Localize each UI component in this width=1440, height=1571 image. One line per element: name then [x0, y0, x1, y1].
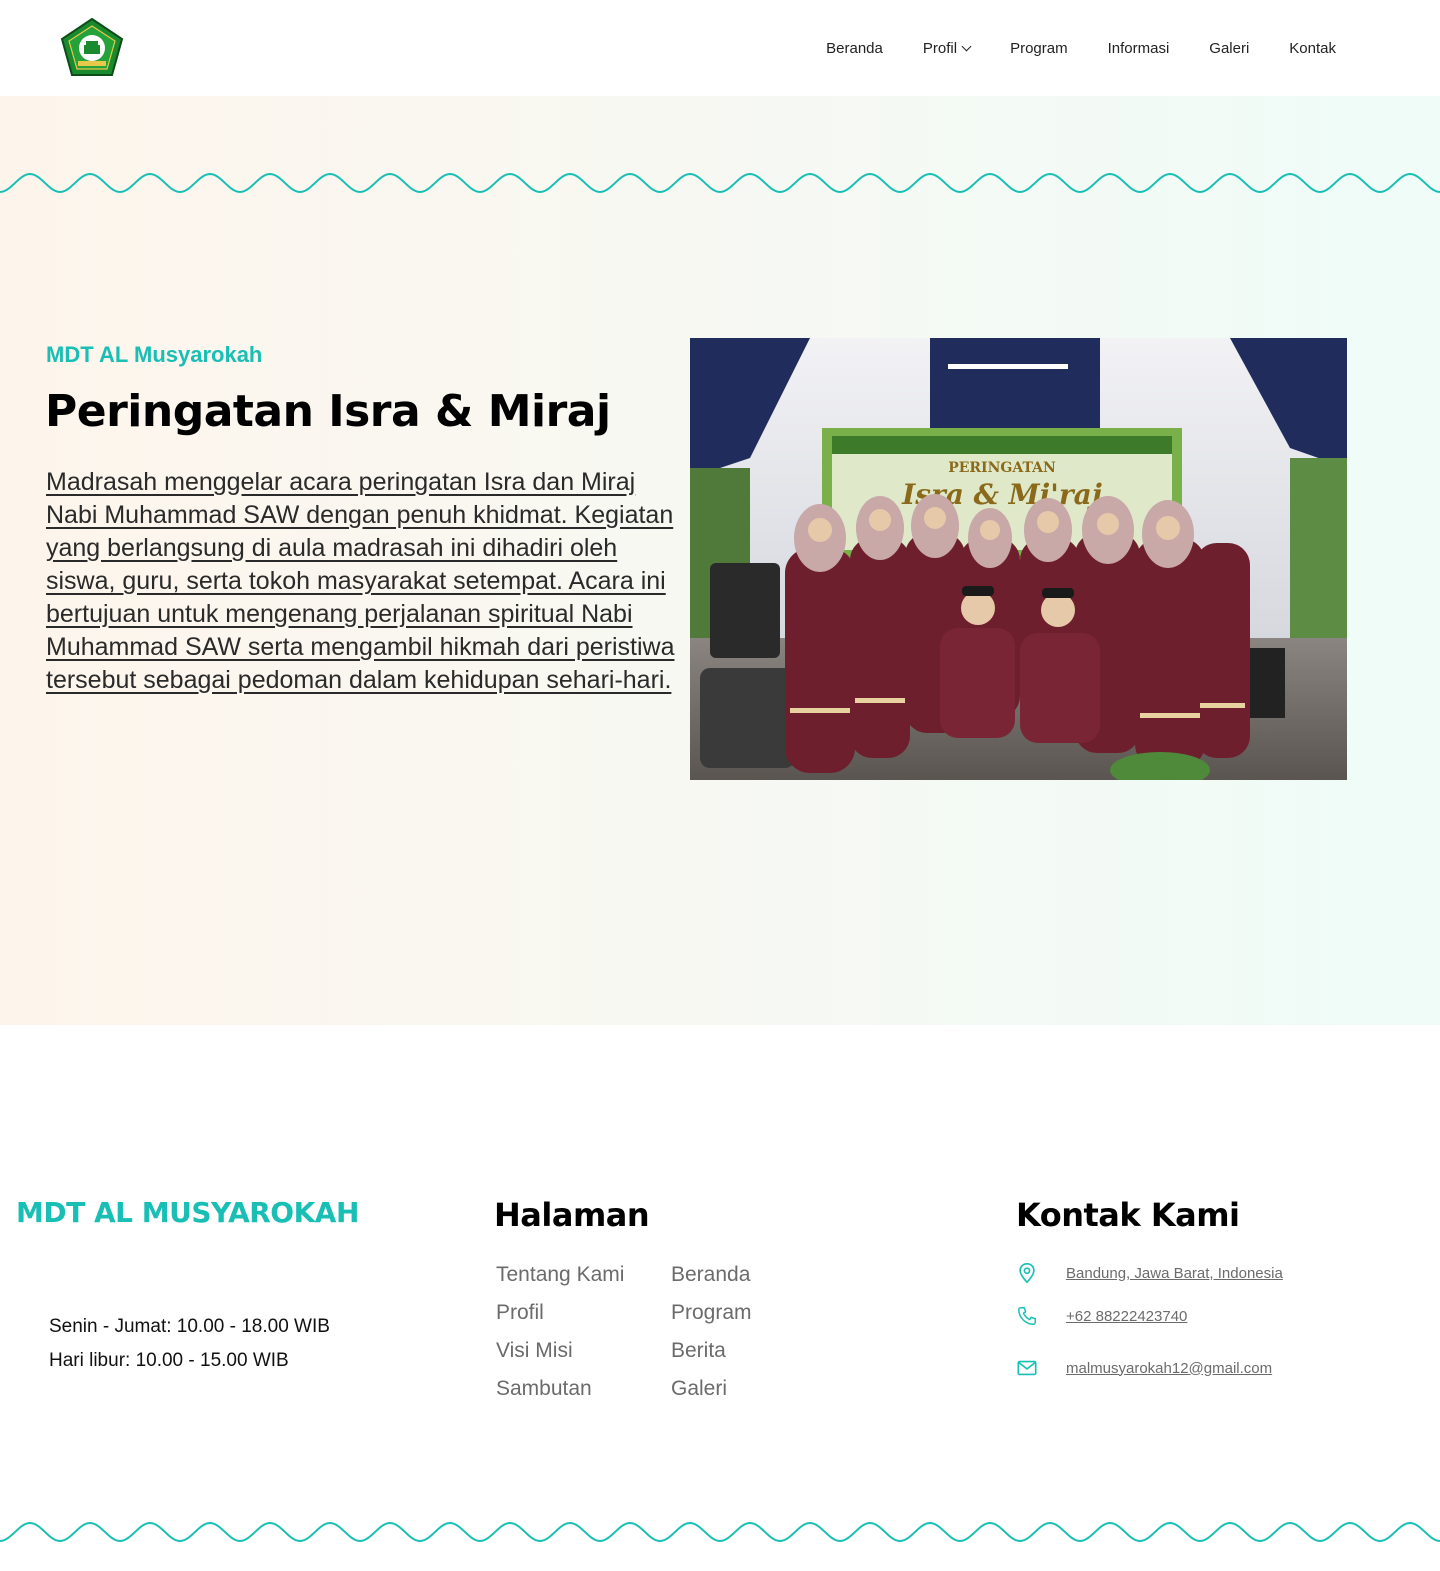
hero-title: Peringatan Isra & Miraj [45, 386, 611, 437]
hero-description[interactable]: Madrasah menggelar acara peringatan Isra… [46, 466, 676, 697]
nav-informasi-label: Informasi [1107, 39, 1170, 57]
nav-profil[interactable]: Profil [922, 38, 972, 58]
event-photo-illustration: PERINGATAN Isra & Mi'raj [690, 338, 1347, 780]
nav-program-label: Program [1010, 39, 1068, 57]
nav-profil-label: Profil [922, 39, 958, 57]
nav-kontak[interactable]: Kontak [1289, 38, 1336, 58]
nav-program[interactable]: Program [1010, 38, 1068, 58]
email-link[interactable]: malmusyarokah12@gmail.com [1066, 1360, 1272, 1377]
contact-heading: Kontak Kami [1016, 1196, 1240, 1234]
mail-icon [1017, 1360, 1037, 1376]
pages-heading: Halaman [494, 1196, 650, 1234]
footer-link-profil[interactable]: Profil [496, 1298, 671, 1328]
main-nav: Beranda Profil Program Informasi Galeri … [786, 38, 1336, 58]
nav-beranda[interactable]: Beranda [826, 38, 883, 58]
opening-hours: Senin - Jumat: 10.00 - 18.00 WIB Hari li… [49, 1310, 330, 1378]
hours-weekday: Senin - Jumat: 10.00 - 18.00 WIB [49, 1316, 330, 1337]
phone-link[interactable]: +62 88222423740 [1066, 1308, 1187, 1325]
footer-link-visi-misi[interactable]: Visi Misi [496, 1336, 671, 1366]
footer-brand: MDT AL MUSYAROKAH [16, 1196, 359, 1229]
wave-divider-bottom [0, 1521, 1440, 1543]
footer-link-tentang-kami[interactable]: Tentang Kami [496, 1260, 671, 1290]
hero-eyebrow: MDT AL Musyarokah [46, 342, 263, 367]
hero-section: MDT AL Musyarokah Peringatan Isra & Mira… [0, 96, 1440, 1025]
hours-holiday: Hari libur: 10.00 - 15.00 WIB [49, 1350, 289, 1371]
nav-beranda-label: Beranda [826, 39, 883, 57]
wave-divider [0, 172, 1440, 194]
footer-link-program[interactable]: Program [671, 1298, 846, 1328]
address-link[interactable]: Bandung, Jawa Barat, Indonesia [1066, 1265, 1283, 1282]
event-photo: PERINGATAN Isra & Mi'raj [690, 338, 1347, 780]
contact-email: malmusyarokah12@gmail.com [1016, 1357, 1272, 1379]
footer-links: Tentang Kami Beranda Profil Program Visi… [496, 1260, 846, 1404]
nav-galeri[interactable]: Galeri [1209, 38, 1249, 58]
madrasah-logo[interactable] [60, 17, 124, 79]
footer-link-berita[interactable]: Berita [671, 1336, 846, 1366]
banner-line1: PERINGATAN [948, 460, 1056, 476]
contact-address: Bandung, Jawa Barat, Indonesia [1016, 1262, 1283, 1284]
location-pin-icon [1019, 1263, 1035, 1284]
site-header: Beranda Profil Program Informasi Galeri … [0, 0, 1440, 96]
nav-informasi[interactable]: Informasi [1108, 38, 1170, 58]
nav-galeri-label: Galeri [1209, 39, 1250, 57]
nav-kontak-label: Kontak [1289, 39, 1336, 57]
footer-link-beranda[interactable]: Beranda [671, 1260, 846, 1290]
footer-link-galeri[interactable]: Galeri [671, 1374, 846, 1404]
phone-icon [1018, 1307, 1036, 1325]
footer-link-sambutan[interactable]: Sambutan [496, 1374, 671, 1404]
chevron-down-icon [961, 41, 972, 51]
contact-phone: +62 88222423740 [1016, 1305, 1187, 1327]
